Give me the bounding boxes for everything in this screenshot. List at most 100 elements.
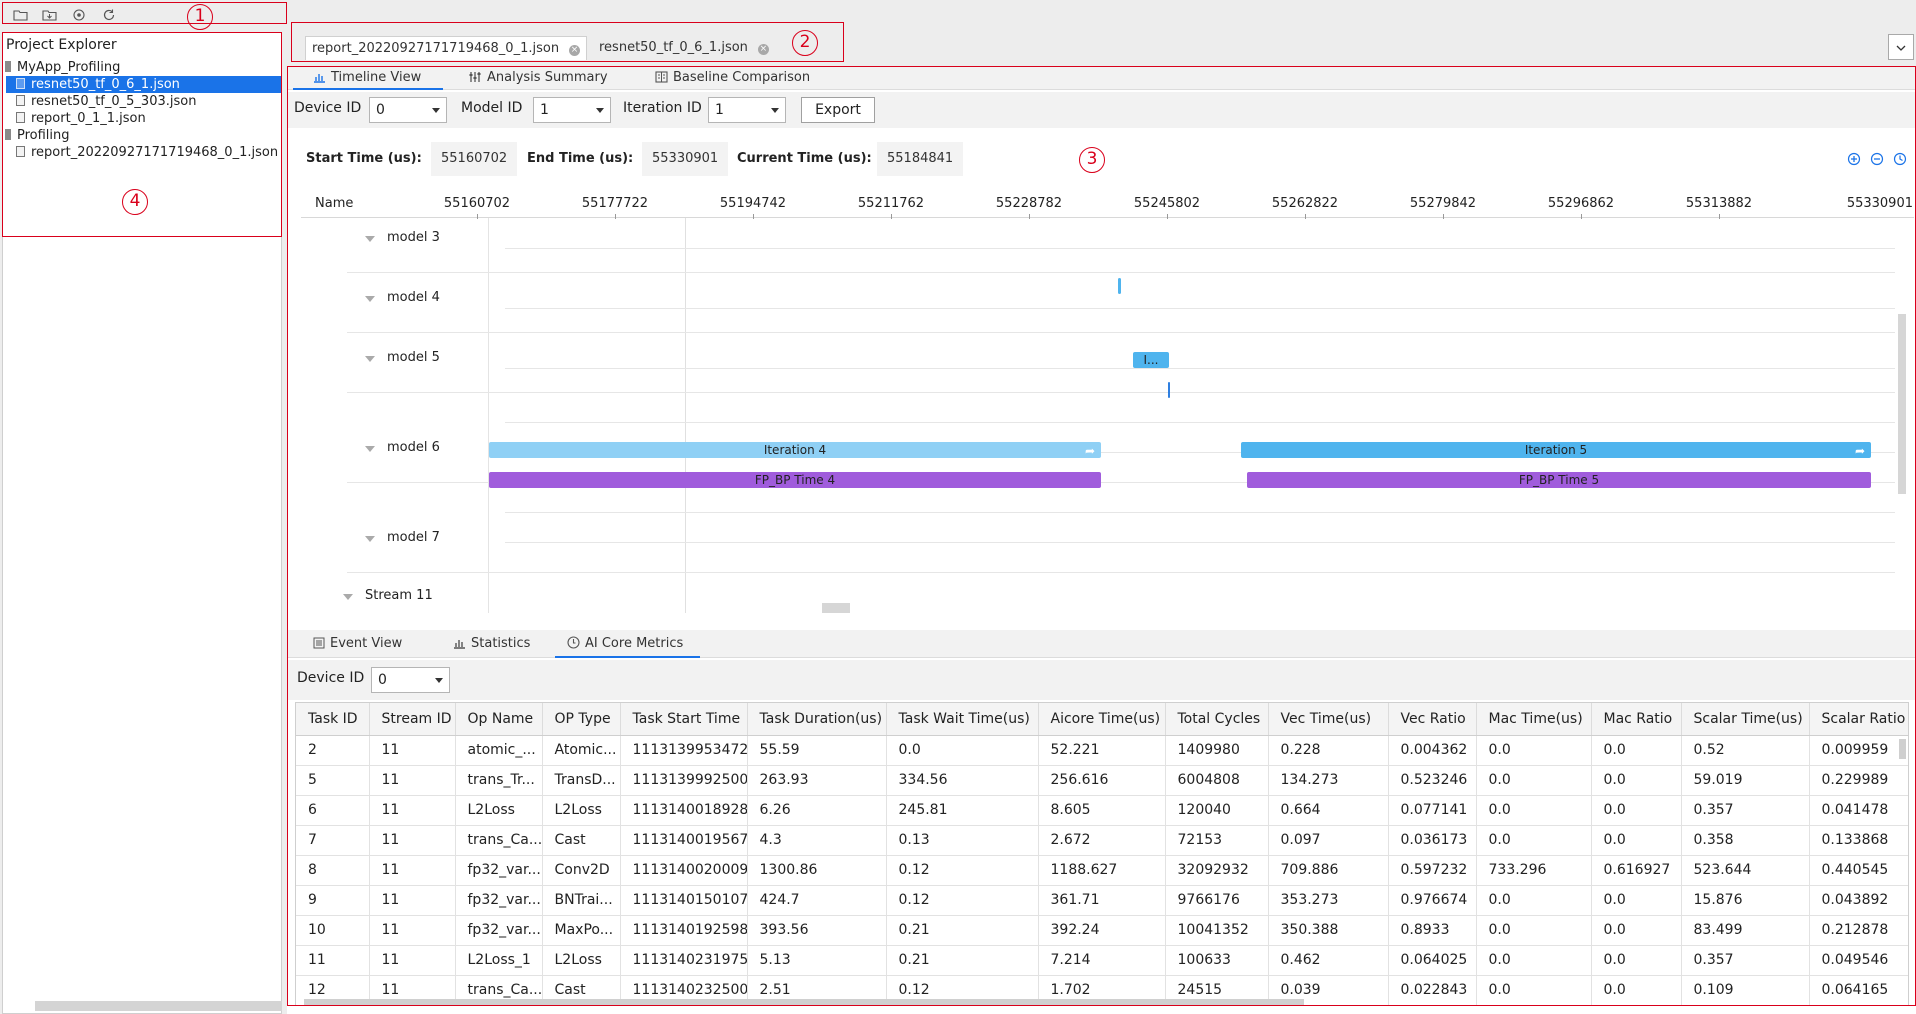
metrics-device-id-select[interactable]: 0 — [371, 667, 450, 693]
table-row[interactable]: 11 11 L2Loss_1 L2Loss 11131402319750 5.13 0.21… — [296, 945, 1908, 976]
table-cell: 0.523246 — [1388, 765, 1477, 796]
select-value: 1 — [715, 102, 724, 118]
column-header[interactable]: Scalar Ratio — [1809, 703, 1908, 736]
column-header[interactable]: Total Cycles — [1165, 703, 1269, 736]
column-header[interactable]: Aicore Time(us) — [1038, 703, 1166, 736]
iteration-4-bar[interactable]: Iteration 4 ➦ — [489, 442, 1101, 458]
editor-tab-label: report_20220927171719468_0_1.json — [312, 41, 560, 56]
table-cell: 59.019 — [1681, 765, 1810, 796]
table-cell: 0.109 — [1681, 975, 1810, 1005]
timeline-vscrollbar[interactable] — [1898, 314, 1906, 494]
table-cell: 11 — [369, 825, 456, 856]
collapse-toggle-icon[interactable] — [365, 356, 375, 362]
table-cell: 0.043892 — [1809, 885, 1908, 916]
zoom-in-icon[interactable] — [1847, 152, 1861, 166]
chevron-down-icon — [771, 108, 779, 113]
table-cell: 1188.627 — [1038, 855, 1166, 886]
table-cell: 0.12 — [886, 885, 1039, 916]
close-icon[interactable]: × — [569, 45, 581, 56]
column-header[interactable]: Mac Time(us) — [1476, 703, 1592, 736]
collapse-toggle-icon[interactable] — [365, 446, 375, 452]
tree-file-report-20220927[interactable]: report_20220927171719468_0_1.json — [16, 144, 278, 161]
model-id-select[interactable]: 1 — [533, 97, 611, 123]
row-divider — [505, 308, 1895, 309]
device-id-select[interactable]: 0 — [369, 97, 447, 123]
zoom-out-icon[interactable] — [1870, 152, 1884, 166]
table-hscrollbar[interactable] — [304, 999, 1304, 1005]
task-marker[interactable] — [1168, 382, 1170, 398]
column-header[interactable]: Mac Ratio — [1591, 703, 1682, 736]
column-header[interactable]: Vec Ratio — [1388, 703, 1477, 736]
tree-file-report-0-1-1[interactable]: report_0_1_1.json — [16, 110, 146, 127]
tree-file-resnet50-0-5-303[interactable]: resnet50_tf_0_5_303.json — [16, 93, 196, 110]
fp-bp-4-bar[interactable]: FP_BP Time 4 — [489, 472, 1101, 488]
column-header[interactable]: OP Type — [542, 703, 621, 736]
table-cell: 4.3 — [747, 825, 887, 856]
fp-bp-5-bar[interactable]: FP_BP Time 5 — [1247, 472, 1871, 488]
tree-file-resnet50-0-6-1[interactable]: resnet50_tf_0_6_1.json — [6, 76, 282, 93]
table-row[interactable]: 8 11 fp32_var... Conv2D 11131400200090 1300.8… — [296, 855, 1908, 886]
collapse-toggle-icon[interactable] — [365, 236, 375, 242]
share-icon: ➦ — [1084, 444, 1095, 458]
table-cell: 0.0 — [1476, 885, 1592, 916]
table-row[interactable]: 9 11 fp32_var... BNTrai... 11131401501070 424… — [296, 885, 1908, 916]
timeline-canvas[interactable]: model 3 model 4 model 5 model 6 model 7 … — [287, 218, 1916, 613]
task-bar[interactable]: I... — [1133, 352, 1169, 368]
table-row[interactable]: 5 11 trans_Tr... TransD... 11131399925000 263… — [296, 765, 1908, 796]
tab-ai-core-metrics[interactable]: AI Core Metrics — [555, 630, 700, 658]
axis-tick-label: 55228782 — [995, 196, 1063, 211]
column-header[interactable]: Task Duration(us) — [747, 703, 887, 736]
table-row[interactable]: 10 11 fp32_var... MaxPo... 11131401925980 393… — [296, 915, 1908, 946]
file-icon — [16, 95, 25, 106]
import-icon[interactable] — [41, 8, 57, 22]
table-cell: 0.597232 — [1388, 855, 1477, 886]
collapse-toggle-icon[interactable] — [365, 536, 375, 542]
tab-event-view[interactable]: Event View — [313, 630, 402, 658]
iteration-5-bar[interactable]: Iteration 5 ➦ — [1241, 442, 1871, 458]
table-row[interactable]: 6 11 L2Loss L2Loss 11131400189280 6.26 245.81 8… — [296, 795, 1908, 826]
column-header[interactable]: Vec Time(us) — [1268, 703, 1389, 736]
column-header[interactable]: Op Name — [455, 703, 543, 736]
axis-tick-label: 55245802 — [1133, 196, 1201, 211]
open-folder-icon[interactable] — [12, 8, 28, 22]
explorer-hscrollbar[interactable] — [35, 1001, 282, 1011]
tree-folder-myapp[interactable]: MyApp_Profiling — [5, 59, 120, 76]
project-explorer: Project Explorer MyApp_Profiling resnet5… — [2, 32, 282, 1014]
table-cell: 709.886 — [1268, 855, 1389, 886]
collapse-toggle-icon[interactable] — [343, 594, 353, 600]
tree-folder-profiling[interactable]: Profiling — [5, 127, 70, 144]
table-cell: 11131399925000 — [620, 765, 748, 796]
table-row[interactable]: 2 11 atomic_... Atomic... 11131399534720 55.5… — [296, 735, 1908, 766]
tab-analysis-summary[interactable]: Analysis Summary — [469, 66, 608, 90]
column-header[interactable]: Task Wait Time(us) — [886, 703, 1039, 736]
tab-label: Statistics — [471, 636, 531, 651]
close-icon[interactable]: × — [757, 44, 769, 55]
bottom-tab-bar: Event View Statistics AI Core Metrics — [287, 630, 1916, 658]
task-marker[interactable] — [1118, 278, 1121, 294]
refresh-icon[interactable] — [101, 8, 117, 22]
export-button[interactable]: Export — [801, 97, 875, 123]
settings-icon[interactable] — [71, 8, 87, 22]
table-vscrollbar[interactable] — [1899, 739, 1906, 759]
zoom-reset-icon[interactable] — [1893, 152, 1907, 166]
bar-chart-icon — [314, 74, 325, 83]
table-row[interactable]: 7 11 trans_Ca... Cast 11131400195670 4.3 0.13 2… — [296, 825, 1908, 856]
editor-tab-resnet50[interactable]: resnet50_tf_0_6_1.json × — [593, 36, 775, 60]
column-header[interactable]: Scalar Time(us) — [1681, 703, 1810, 736]
iteration-id-select[interactable]: 1 — [708, 97, 786, 123]
tab-list-dropdown-button[interactable] — [1888, 34, 1914, 60]
tab-timeline-view[interactable]: Timeline View — [293, 66, 443, 90]
column-header[interactable]: Task ID — [296, 703, 370, 736]
axis-tick-label: 55296862 — [1547, 196, 1615, 211]
tab-baseline-comparison[interactable]: Baseline Comparison — [655, 66, 810, 90]
table-cell: 52.221 — [1038, 735, 1166, 766]
column-header[interactable]: Task Start Time — [620, 703, 748, 736]
tab-statistics[interactable]: Statistics — [453, 630, 530, 658]
table-cell: trans_Tr... — [455, 765, 543, 796]
table-cell: 0.616927 — [1591, 855, 1682, 886]
column-header[interactable]: Stream ID — [369, 703, 456, 736]
timeline-hscroll-thumb[interactable] — [822, 603, 850, 613]
table-cell: trans_Ca... — [455, 825, 543, 856]
editor-tab-report[interactable]: report_20220927171719468_0_1.json × — [305, 36, 588, 60]
collapse-toggle-icon[interactable] — [365, 296, 375, 302]
